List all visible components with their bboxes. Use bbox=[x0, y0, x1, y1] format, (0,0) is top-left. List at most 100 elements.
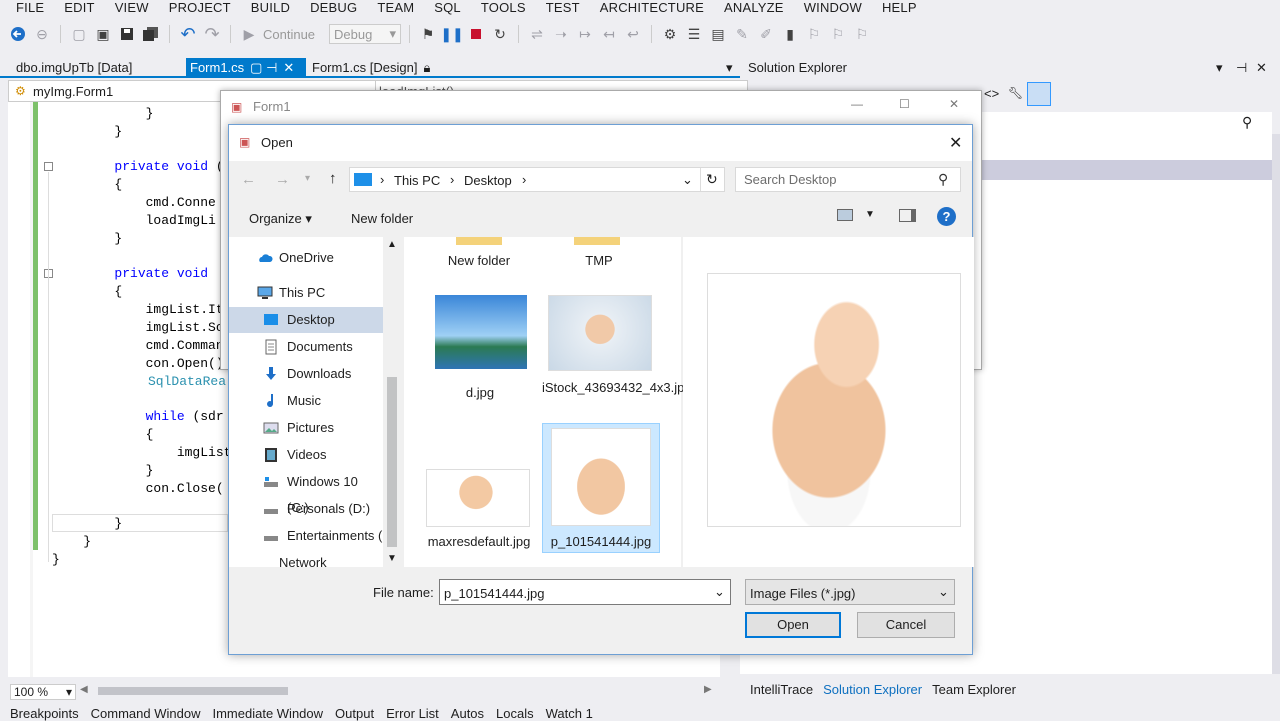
menu-team[interactable]: TEAM bbox=[377, 1, 414, 15]
menu-help[interactable]: HELP bbox=[882, 1, 917, 15]
menu-edit[interactable]: EDIT bbox=[64, 1, 94, 15]
new-folder-button[interactable]: New folder bbox=[351, 211, 413, 226]
menu-build[interactable]: BUILD bbox=[251, 1, 290, 15]
organize-button[interactable]: Organize ▾ bbox=[249, 211, 312, 227]
pause-icon[interactable]: ❚❚ bbox=[440, 24, 463, 44]
list-item[interactable]: d.jpg bbox=[424, 289, 536, 409]
breadcrumb-desktop[interactable]: Desktop bbox=[464, 173, 512, 188]
continue-label[interactable]: Continue bbox=[263, 27, 315, 42]
nav-item-this-pc[interactable]: This PC bbox=[229, 280, 383, 306]
scroll-up-arrow[interactable]: ▲ bbox=[387, 239, 397, 250]
help-icon[interactable]: ? bbox=[937, 207, 956, 226]
tab-team-explorer[interactable]: Team Explorer bbox=[932, 680, 1016, 700]
nav-item-drive-c[interactable]: Windows 10 (C:) bbox=[229, 469, 383, 515]
align-icon[interactable]: ☰ bbox=[684, 24, 704, 44]
zoom-select[interactable]: 100 % ▾ bbox=[10, 684, 76, 700]
format-icon[interactable]: ✐ bbox=[756, 24, 776, 44]
tab-breakpoints[interactable]: Breakpoints bbox=[10, 706, 79, 721]
step-out-icon[interactable]: ↤ bbox=[599, 24, 619, 44]
tree-selected-row[interactable] bbox=[980, 160, 1272, 180]
close-icon[interactable]: ✕ bbox=[1256, 58, 1267, 78]
breakpoint-tools-icon[interactable]: ⚙ bbox=[660, 24, 680, 44]
back-icon[interactable] bbox=[8, 24, 28, 44]
scroll-down-arrow[interactable]: ▼ bbox=[387, 553, 397, 564]
tab-solution-explorer[interactable]: Solution Explorer bbox=[823, 680, 922, 700]
nav-item-drive-e[interactable]: Entertainments ( bbox=[229, 523, 383, 549]
menu-architecture[interactable]: ARCHITECTURE bbox=[600, 1, 704, 15]
tab-error-list[interactable]: Error List bbox=[386, 706, 439, 721]
menu-analyze[interactable]: ANALYZE bbox=[724, 1, 784, 15]
nav-scrollbar[interactable]: ▲ ▼ bbox=[383, 237, 401, 567]
next-bookmark-icon[interactable]: ⚐ bbox=[828, 24, 848, 44]
scroll-left-arrow[interactable]: ◀ bbox=[80, 684, 88, 695]
open-button[interactable]: Open bbox=[745, 612, 841, 638]
redo-icon[interactable]: ↷ bbox=[202, 24, 222, 44]
view-icon[interactable] bbox=[837, 209, 853, 221]
nav-item-pictures[interactable]: Pictures bbox=[229, 415, 383, 441]
menu-tools[interactable]: TOOLS bbox=[481, 1, 526, 15]
back-arrow-icon[interactable]: ← bbox=[241, 171, 256, 188]
dropdown-icon[interactable]: ▾ bbox=[1216, 58, 1223, 78]
cancel-button[interactable]: Cancel bbox=[857, 612, 955, 638]
list-item[interactable]: iStock_43693432_4x3.jpg bbox=[542, 289, 692, 419]
list-item-selected[interactable]: p_101541444.jpg bbox=[542, 423, 660, 553]
nav-item-onedrive[interactable]: OneDrive bbox=[229, 245, 383, 271]
list-item[interactable]: TMP bbox=[544, 237, 654, 273]
scroll-right-arrow[interactable]: ▶ bbox=[704, 684, 712, 695]
nav-item-drive-d[interactable]: Personals (D:) bbox=[229, 496, 383, 522]
nav-item-documents[interactable]: Documents bbox=[229, 334, 383, 360]
stop-icon[interactable] bbox=[466, 24, 486, 44]
tab-immediate-window[interactable]: Immediate Window bbox=[212, 706, 323, 721]
code-view-icon[interactable]: <> bbox=[984, 86, 999, 101]
clear-bookmark-icon[interactable]: ⚐ bbox=[852, 24, 872, 44]
forward-icon[interactable]: ⊖ bbox=[32, 24, 52, 44]
new-project-icon[interactable]: ▢ bbox=[69, 24, 89, 44]
address-bar[interactable]: › This PC › Desktop › ⌄ ↻ bbox=[349, 167, 725, 192]
attach-icon[interactable]: ⚑ bbox=[418, 24, 438, 44]
tab-form1-design[interactable]: Form1.cs [Design] 🔒︎ bbox=[308, 58, 468, 78]
tab-output[interactable]: Output bbox=[335, 706, 374, 721]
open-file-icon[interactable]: ▣ bbox=[93, 24, 113, 44]
horizontal-scrollbar[interactable]: ◀ ▶ bbox=[80, 684, 714, 698]
undo-icon[interactable]: ↶ bbox=[178, 24, 198, 44]
menu-project[interactable]: PROJECT bbox=[169, 1, 231, 15]
tab-autos[interactable]: Autos bbox=[451, 706, 484, 721]
nav-item-videos[interactable]: Videos bbox=[229, 442, 383, 468]
menu-sql[interactable]: SQL bbox=[434, 1, 461, 15]
nav-item-network[interactable]: Network bbox=[229, 550, 383, 567]
tab-watch-1[interactable]: Watch 1 bbox=[546, 706, 593, 721]
prev-bookmark-icon[interactable]: ⚐ bbox=[804, 24, 824, 44]
step-into-icon[interactable]: ➝ bbox=[551, 24, 571, 44]
menu-file[interactable]: FILE bbox=[16, 1, 44, 15]
tab-locals[interactable]: Locals bbox=[496, 706, 534, 721]
menu-view[interactable]: VIEW bbox=[115, 1, 149, 15]
tab-dropdown-icon[interactable]: ▾ bbox=[722, 58, 736, 78]
list-item[interactable]: New folder bbox=[434, 237, 524, 273]
class-scope[interactable]: myImg.Form1 bbox=[33, 84, 113, 99]
tab-command-window[interactable]: Command Window bbox=[91, 706, 201, 721]
step-over-icon[interactable]: ↦ bbox=[575, 24, 595, 44]
save-all-icon[interactable] bbox=[141, 24, 161, 44]
recent-locations-icon[interactable]: ▾ bbox=[305, 173, 310, 184]
file-name-input[interactable]: p_101541444.jpg ⌄ bbox=[439, 579, 731, 605]
step-back-icon[interactable]: ↩ bbox=[623, 24, 643, 44]
step-icon[interactable]: ⇌ bbox=[527, 24, 547, 44]
minimize-icon[interactable]: — bbox=[851, 97, 863, 111]
close-icon[interactable]: ✕ bbox=[949, 133, 962, 153]
menu-debug[interactable]: DEBUG bbox=[310, 1, 357, 15]
forward-arrow-icon[interactable]: → bbox=[275, 171, 290, 188]
pin-icon[interactable]: ⊣ bbox=[1236, 58, 1247, 78]
chevron-down-icon[interactable]: ⌄ bbox=[682, 172, 693, 188]
nav-item-desktop[interactable]: Desktop bbox=[229, 307, 383, 333]
list-item[interactable]: maxresdefault.jpg bbox=[422, 459, 536, 567]
tab-form1-cs[interactable]: Form1.cs ▢ ⊣ ✕ bbox=[186, 58, 306, 78]
tab-data[interactable]: dbo.imgUpTb [Data] bbox=[12, 58, 182, 78]
comment-icon[interactable]: ▤ bbox=[708, 24, 728, 44]
search-input[interactable]: Search Desktop ⚲ bbox=[735, 167, 961, 192]
close-icon[interactable]: ✕ bbox=[283, 60, 294, 75]
bookmark-icon[interactable]: ▮ bbox=[780, 24, 800, 44]
chevron-down-icon[interactable]: ⌄ bbox=[714, 584, 725, 600]
tab-intellitrace[interactable]: IntelliTrace bbox=[750, 680, 813, 700]
preview-pane-icon[interactable] bbox=[899, 209, 916, 222]
menu-test[interactable]: TEST bbox=[546, 1, 580, 15]
